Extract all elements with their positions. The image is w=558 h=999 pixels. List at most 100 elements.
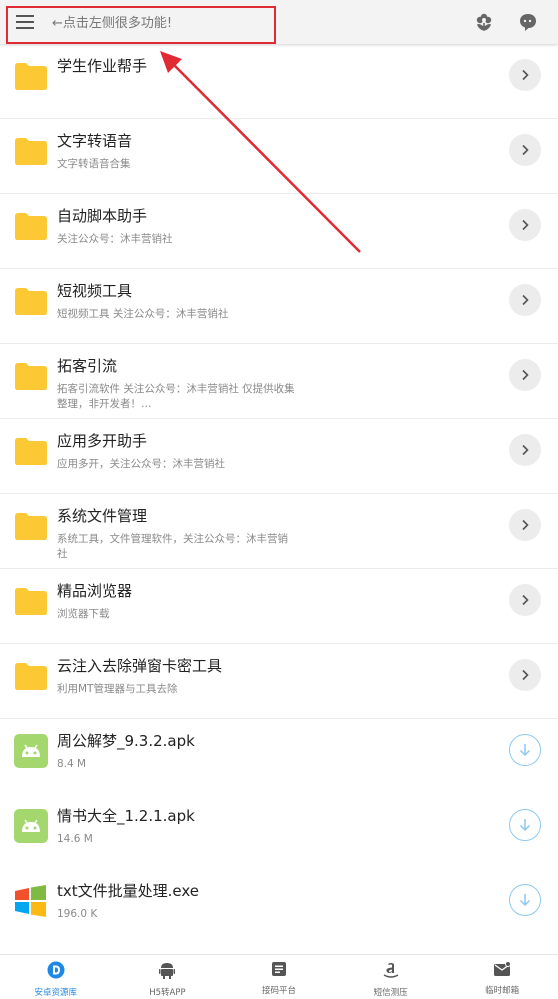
folder-row[interactable]: 系统文件管理系统工具，文件管理软件，关注公众号：沐丰营销社 — [0, 494, 558, 569]
chevron-right-icon — [522, 144, 529, 156]
chevron-right-icon — [522, 669, 529, 681]
item-title: 应用多开助手 — [57, 432, 148, 450]
tab-mail[interactable]: 临时邮箱 — [446, 955, 558, 999]
file-list: 学生作业帮手 文字转语音文字转语音合集 自动脚本助手关注公众号：沐丰营销社 短视… — [0, 44, 558, 944]
download-icon — [519, 819, 531, 832]
flower-button[interactable] — [472, 10, 496, 34]
apk-icon-wrap — [13, 733, 49, 769]
folder-icon-wrap — [13, 433, 49, 469]
folder-row[interactable]: 自动脚本助手关注公众号：沐丰营销社 — [0, 194, 558, 269]
item-description: 应用多开，关注公众号：沐丰营销社 — [57, 458, 225, 470]
tab-label: H5转APP — [149, 988, 186, 998]
folder-icon-wrap — [13, 208, 49, 244]
item-description: 短视频工具 关注公众号：沐丰营销社 — [57, 308, 229, 320]
folder-icon-wrap — [13, 358, 49, 394]
exe-icon-wrap — [13, 883, 49, 919]
open-folder-button[interactable] — [509, 209, 541, 241]
d-logo-icon — [47, 961, 65, 983]
download-button[interactable] — [509, 884, 541, 916]
tab-label: 临时邮箱 — [485, 986, 520, 996]
item-description: 文字转语音合集 — [57, 158, 131, 170]
folder-row[interactable]: 云注入去除弹窗卡密工具利用MT管理器与工具去除 — [0, 644, 558, 719]
folder-row[interactable]: 拓客引流拓客引流软件 关注公众号：沐丰营销社 仅提供收集整理，非开发者！… — [0, 344, 558, 419]
feedback-button[interactable] — [516, 10, 540, 34]
item-title: 精品浏览器 — [57, 582, 133, 600]
amazon-icon — [383, 961, 399, 983]
download-button[interactable] — [509, 809, 541, 841]
file-size: 8.4 M — [57, 758, 87, 770]
folder-icon — [15, 513, 47, 540]
android-apk-icon — [14, 734, 48, 768]
item-title: 系统文件管理 — [57, 507, 148, 525]
android-apk-icon — [14, 809, 48, 843]
tab-android[interactable]: H5转APP — [112, 955, 224, 999]
item-title: 情书大全_1.2.1.apk — [57, 807, 195, 825]
menu-button[interactable] — [10, 8, 40, 36]
folder-row[interactable]: 应用多开助手应用多开，关注公众号：沐丰营销社 — [0, 419, 558, 494]
mail-icon — [493, 961, 512, 981]
folder-row[interactable]: 学生作业帮手 — [0, 44, 558, 119]
chat-bubble-icon — [520, 14, 536, 31]
chevron-right-icon — [522, 219, 529, 231]
item-title: 拓客引流 — [57, 357, 118, 375]
folder-icon — [15, 363, 47, 390]
chevron-right-icon — [522, 444, 529, 456]
item-description: 拓客引流软件 关注公众号：沐丰营销社 仅提供收集整理，非开发者！… — [57, 383, 295, 410]
flower-icon — [476, 13, 492, 31]
open-folder-button[interactable] — [509, 584, 541, 616]
download-icon — [519, 744, 531, 757]
item-title: 自动脚本助手 — [57, 207, 148, 225]
item-title: 文字转语音 — [57, 132, 133, 150]
item-description: 利用MT管理器与工具去除 — [57, 683, 178, 695]
folder-icon — [15, 438, 47, 465]
tab-label: 安卓资源库 — [34, 988, 78, 998]
chevron-right-icon — [522, 519, 529, 531]
tab-amazon[interactable]: 短信测压 — [335, 955, 447, 999]
tab-label: 短信测压 — [373, 988, 408, 998]
android-icon — [159, 961, 176, 983]
download-button[interactable] — [509, 734, 541, 766]
folder-row[interactable]: 文字转语音文字转语音合集 — [0, 119, 558, 194]
chevron-right-icon — [522, 369, 529, 381]
folder-icon — [15, 663, 47, 690]
folder-icon-wrap — [13, 283, 49, 319]
open-folder-button[interactable] — [509, 509, 541, 541]
open-folder-button[interactable] — [509, 59, 541, 91]
tab-d-logo[interactable]: 安卓资源库 — [0, 955, 112, 999]
folder-row[interactable]: 精品浏览器浏览器下载 — [0, 569, 558, 644]
file-row[interactable]: 情书大全_1.2.1.apk 14.6 M — [0, 794, 558, 869]
open-folder-button[interactable] — [509, 659, 541, 691]
item-description: 关注公众号：沐丰营销社 — [57, 233, 173, 245]
tab-document[interactable]: 接码平台 — [223, 955, 335, 999]
item-title: 云注入去除弹窗卡密工具 — [57, 657, 223, 675]
windows-exe-icon — [15, 885, 46, 917]
file-size: 196.0 K — [57, 908, 98, 920]
folder-icon — [15, 138, 47, 165]
file-row[interactable]: 周公解梦_9.3.2.apk 8.4 M — [0, 719, 558, 794]
folder-icon — [15, 213, 47, 240]
item-title: 学生作业帮手 — [57, 57, 148, 75]
document-icon — [271, 961, 287, 981]
open-folder-button[interactable] — [509, 134, 541, 166]
chevron-right-icon — [522, 594, 529, 606]
file-row[interactable]: txt文件批量处理.exe 196.0 K — [0, 869, 558, 944]
folder-icon — [15, 588, 47, 615]
open-folder-button[interactable] — [509, 359, 541, 391]
folder-icon-wrap — [13, 583, 49, 619]
file-size: 14.6 M — [57, 833, 93, 845]
open-folder-button[interactable] — [509, 284, 541, 316]
bottom-navigation: 安卓资源库 H5转APP 接码平台 短信测压 临时邮箱 — [0, 954, 558, 999]
folder-icon-wrap — [13, 658, 49, 694]
apk-icon-wrap — [13, 808, 49, 844]
item-title: 周公解梦_9.3.2.apk — [57, 732, 195, 750]
folder-icon-wrap — [13, 58, 49, 94]
folder-row[interactable]: 短视频工具 短视频工具 关注公众号：沐丰营销社 — [0, 269, 558, 344]
folder-icon — [15, 288, 47, 315]
tab-label: 接码平台 — [261, 986, 296, 996]
open-folder-button[interactable] — [509, 434, 541, 466]
item-description: 系统工具，文件管理软件，关注公众号：沐丰营销社 — [57, 533, 288, 560]
folder-icon — [15, 63, 47, 90]
item-title: txt文件批量处理.exe — [57, 882, 200, 900]
top-bar: ←点击左侧很多功能! — [0, 0, 558, 44]
item-description: 浏览器下载 — [57, 608, 110, 620]
